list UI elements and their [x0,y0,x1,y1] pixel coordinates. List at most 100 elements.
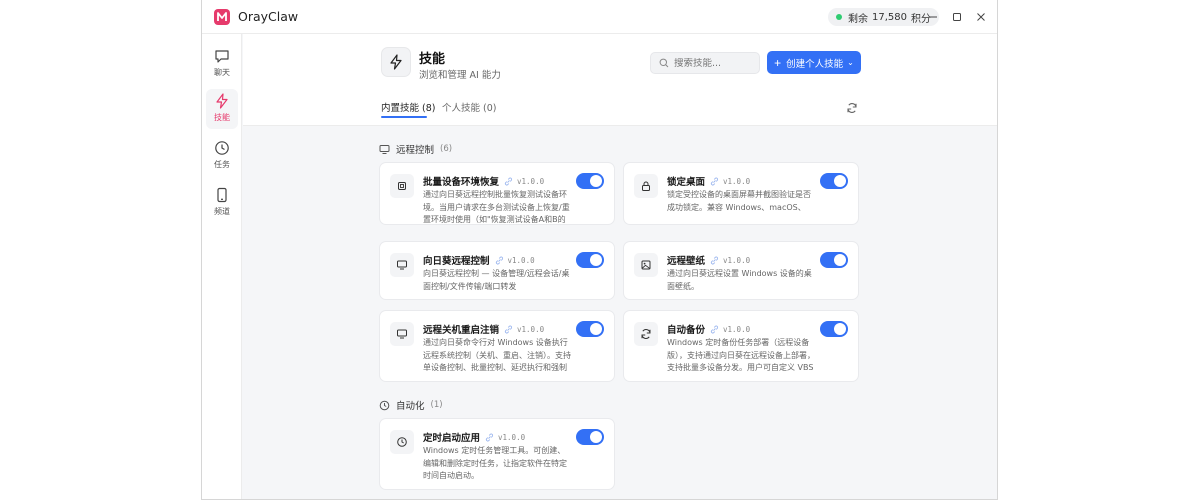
minimize-button[interactable] [925,9,941,25]
skill-toggle[interactable] [820,321,848,337]
section-count: (1) [430,400,443,410]
page-subtitle: 浏览和管理 AI 能力 [419,70,501,81]
sidebar-item-label: 任务 [214,160,230,169]
sidebar-item-channels[interactable]: 频道 [206,183,238,223]
plus-icon: + [774,55,782,70]
section-title-automation: 自动化 (1) [379,398,443,412]
lightning-icon [216,93,228,109]
skill-card[interactable]: 远程关机重启注销 v1.0.0 通过向日葵命令行对 Windows 设备执行远程… [379,310,615,382]
link-icon [495,256,504,265]
link-icon [504,177,513,186]
create-skill-button[interactable]: + 创建个人技能 ⌄ [767,51,861,74]
close-icon [977,13,985,21]
lock-icon [634,174,658,198]
skill-version: v1.0.0 [517,324,545,334]
page-title: 技能 [419,52,446,67]
skill-version: v1.0.0 [723,176,751,186]
skill-description: 锁定受控设备的桌面屏幕并截图验证是否成功锁定。兼容 Windows、macOS、… [667,190,811,212]
sidebar-item-label: 技能 [214,113,230,122]
skill-version: v1.0.0 [723,255,751,265]
skill-description: 通过向日葵命令行对 Windows 设备执行远程系统控制（关机、重启、注销）。支… [423,338,571,372]
skill-toggle[interactable] [820,173,848,189]
section-title-remote-control: 远程控制 (6) [379,142,452,156]
tab-personal-skills[interactable]: 个人技能 (0) [442,100,496,114]
section-name: 自动化 [396,401,425,412]
skill-description: 通过向日葵远程控制批量恢复测试设备环境。当用户请求在多台测试设备上恢复/重置环境… [423,190,570,224]
skill-description: 向日葵远程控制 — 设备管理/远程会话/桌面控制/文件传输/端口转发 [423,269,570,291]
refresh-icon [847,103,857,113]
sidebar-item-label: 聊天 [214,68,230,77]
credits-value: 17,580 [872,11,907,23]
phone-icon [217,187,227,203]
skill-card[interactable]: 向日葵远程控制 v1.0.0 向日葵远程控制 — 设备管理/远程会话/桌面控制/… [379,241,615,300]
skill-version: v1.0.0 [498,432,526,442]
skill-card[interactable]: 锁定桌面 v1.0.0 锁定受控设备的桌面屏幕并截图验证是否成功锁定。兼容 Wi… [623,162,859,225]
skill-title: 批量设备环境恢复 [423,177,500,188]
clock-icon [215,141,229,155]
refresh-button[interactable] [845,101,859,115]
tabs-bar: 内置技能 (8) 个人技能 (0) [243,90,997,126]
chevron-down-icon: ⌄ [847,58,854,67]
skill-title: 远程壁纸 [667,256,706,267]
link-icon [710,325,719,334]
chat-icon [215,50,229,63]
sync-icon [634,322,658,346]
image-icon [634,253,658,277]
minimize-icon [929,16,937,18]
skill-card[interactable]: 远程壁纸 v1.0.0 通过向日葵远程设置 Windows 设备的桌面壁纸。 [623,241,859,300]
link-icon [710,256,719,265]
credits-badge[interactable]: 剩余 17,580 积分 [828,8,939,26]
monitor-icon [390,253,414,277]
tab-builtin-skills[interactable]: 内置技能 (8) [381,100,435,114]
link-icon [504,325,513,334]
link-icon [485,433,494,442]
skill-title: 自动备份 [667,325,706,336]
skill-title: 锁定桌面 [667,177,706,188]
skill-description: Windows 定时备份任务部署（远程设备版），支持通过向日葵在远程设备上部署，… [667,338,815,372]
sidebar-item-tasks[interactable]: 任务 [206,136,238,176]
skill-title: 定时启动应用 [423,433,481,444]
clock-icon [379,400,390,411]
search-input[interactable] [674,57,754,69]
app-window: OrayClaw 剩余 17,580 积分 聊天 技能 任务 频道 技能 浏览和… [201,0,998,500]
monitor-icon [379,144,390,155]
close-button[interactable] [973,9,989,25]
create-skill-label: 创建个人技能 [786,58,844,70]
skill-description: 通过向日葵远程设置 Windows 设备的桌面壁纸。 [667,269,812,291]
status-dot-icon [836,14,842,20]
skill-title: 远程关机重启注销 [423,325,500,336]
app-title: OrayClaw [238,9,299,24]
sidebar-item-chat[interactable]: 聊天 [206,44,238,84]
skill-title: 向日葵远程控制 [423,256,490,267]
skill-card[interactable]: 批量设备环境恢复 v1.0.0 通过向日葵远程控制批量恢复测试设备环境。当用户请… [379,162,615,225]
active-tab-indicator [381,116,427,118]
monitor-icon [390,322,414,346]
skill-toggle[interactable] [576,321,604,337]
search-box[interactable] [650,52,760,74]
skill-card[interactable]: 定时启动应用 v1.0.0 Windows 定时任务管理工具。可创建、编辑和删除… [379,418,615,490]
skill-version: v1.0.0 [723,324,751,334]
main-content: 技能 浏览和管理 AI 能力 + 创建个人技能 ⌄ 内置技能 (8) 个人技能 … [243,34,997,499]
skill-toggle[interactable] [576,252,604,268]
section-count: (6) [440,144,453,154]
skill-version: v1.0.0 [507,255,535,265]
clock-icon [390,430,414,454]
sidebar-item-skills[interactable]: 技能 [206,89,238,129]
skill-card[interactable]: 自动备份 v1.0.0 Windows 定时备份任务部署（远程设备版），支持通过… [623,310,859,382]
chip-icon [390,174,414,198]
skill-toggle[interactable] [576,173,604,189]
skill-toggle[interactable] [820,252,848,268]
maximize-button[interactable] [949,9,965,25]
skills-header-icon [381,47,411,77]
maximize-icon [953,13,961,21]
section-name: 远程控制 [396,145,435,156]
link-icon [710,177,719,186]
skill-description: Windows 定时任务管理工具。可创建、编辑和删除定时任务，让指定软件在特定时… [423,446,567,480]
app-logo-icon [214,8,230,25]
title-bar: OrayClaw 剩余 17,580 积分 [202,0,997,34]
skill-version: v1.0.0 [517,176,545,186]
skill-toggle[interactable] [576,429,604,445]
sidebar-item-label: 频道 [214,207,230,216]
search-icon [659,58,669,68]
credits-label: 剩余 [848,13,868,25]
